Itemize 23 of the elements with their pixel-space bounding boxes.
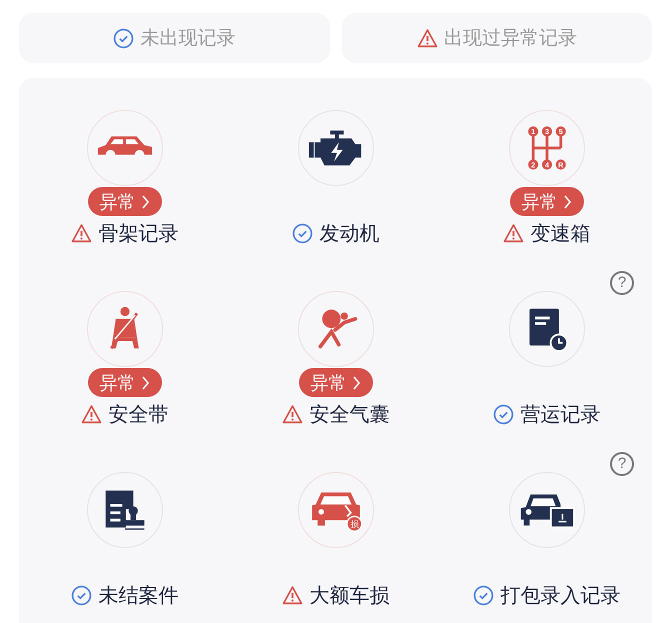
record-label: 安全气囊 (310, 401, 390, 428)
record-label: 未结案件 (98, 582, 178, 609)
record-label: 营运记录 (520, 401, 600, 428)
record-label: 打包录入记录 (500, 582, 620, 609)
record-label: 大额车损 (310, 582, 390, 609)
help-icon[interactable]: ? (610, 271, 634, 295)
chevron-icon (564, 194, 572, 208)
abnormal-badge[interactable]: 异常 (298, 368, 372, 397)
record-label: 变速箱 (530, 220, 590, 247)
help-icon[interactable]: ? (610, 452, 634, 476)
chevron-icon (352, 376, 360, 390)
abnormal-badge[interactable]: 异常 (510, 187, 584, 216)
record-label: 安全带 (108, 401, 168, 428)
chevron-icon (142, 376, 150, 390)
record-label: 骨架记录 (98, 220, 178, 247)
record-icon-button[interactable]: 损 (298, 472, 374, 548)
legend-label: 未出现记录 (140, 26, 236, 51)
abnormal-badge[interactable]: 异常 (88, 187, 162, 216)
record-icon-button[interactable]: 1 3 5 2 4 R (508, 110, 584, 186)
record-label: 发动机 (320, 220, 380, 247)
abnormal-badge[interactable]: 异常 (88, 368, 162, 397)
chevron-icon (142, 194, 150, 208)
legend-label: 出现过异常记录 (444, 26, 577, 51)
